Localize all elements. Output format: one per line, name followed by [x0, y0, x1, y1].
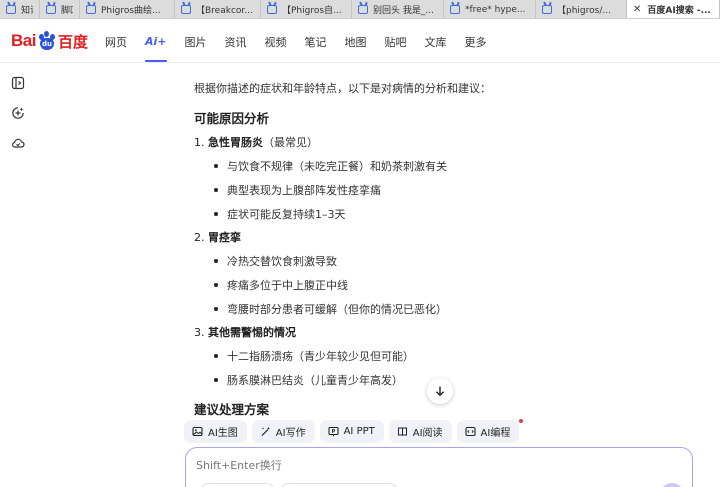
new-chat-icon[interactable] — [11, 106, 25, 120]
tab-label: Phigros曲绘... — [101, 6, 161, 16]
bilibili-tab-icon — [6, 5, 16, 14]
nav-images[interactable]: 图片 — [185, 20, 207, 63]
bilibili-tab-icon — [450, 5, 460, 14]
ai-coding-button[interactable]: AI编程 — [456, 419, 524, 443]
list-item-note: （最常见） — [263, 136, 318, 149]
bullet-item: 十二指肠溃疡（青少年较少见但可能） — [214, 348, 414, 364]
chip-label: AI阅读 — [412, 428, 443, 439]
bullet-item: 症状可能反复持续1–3天 — [214, 206, 346, 222]
tab-label: 【Phigros自... — [282, 6, 342, 16]
scroll-to-bottom-button[interactable] — [427, 378, 453, 404]
nav-web[interactable]: 网页 — [105, 20, 127, 63]
chip-label: AI PPT — [343, 426, 375, 437]
list-number: 3. — [194, 326, 205, 339]
top-navigation: Bai du 百度 网页 Ai+ 图片 资讯 视频 笔记 地图 贴吧 文库 更多 — [0, 20, 720, 63]
search-category-tabs: 网页 Ai+ 图片 资讯 视频 笔记 地图 贴吧 文库 更多 — [105, 20, 505, 63]
tab-label: 【phigros/... — [557, 6, 611, 16]
browser-tab[interactable]: 别回头 我是_... — [352, 0, 444, 18]
list-item-title: 胃痉挛 — [208, 231, 241, 244]
new-badge-dot — [519, 419, 524, 423]
bullet-item: 冷热交替饮食刺激导致 — [214, 253, 337, 269]
baidu-logo[interactable]: Bai du 百度 — [11, 30, 88, 52]
chip-label: AI生图 — [208, 428, 238, 439]
magic-pen-icon — [261, 426, 270, 436]
chip-label: AI写作 — [275, 428, 306, 439]
bilibili-tab-icon — [542, 5, 552, 14]
svg-text:P: P — [331, 429, 335, 435]
sidebar-toggle-icon[interactable] — [11, 76, 25, 90]
tab-label: 知识 — [21, 6, 33, 16]
list-item-title: 其他需警惕的情况 — [208, 326, 296, 339]
tab-label: 别回头 我是_... — [373, 6, 434, 16]
ai-reading-button[interactable]: AI阅读 — [388, 420, 452, 443]
bullet-item: 疼痛多位于中上腹正中线 — [214, 277, 348, 293]
bilibili-tab-icon — [267, 5, 277, 14]
nav-tieba[interactable]: 贴吧 — [385, 20, 407, 63]
list-number: 2. — [194, 231, 205, 244]
tab-label: *free* hype... — [465, 4, 526, 15]
browser-tab-active[interactable]: ✕ 百度AI搜索 -... — [627, 0, 720, 18]
browser-tab[interactable]: 【Phigros自... — [261, 0, 352, 18]
ordered-list-item: 3. 其他需警惕的情况 — [194, 324, 296, 340]
section-heading: 可能原因分析 — [194, 111, 270, 126]
browser-tab[interactable]: Phigros曲绘... — [80, 0, 175, 18]
ai-tool-chips: AI生图 AI写作 P AI PPT AI阅读 AI编程 — [184, 419, 524, 443]
bullet-item: 典型表现为上腹部阵发性痉挛痛 — [214, 182, 381, 198]
book-icon — [397, 427, 407, 436]
chat-input-box — [185, 447, 693, 487]
answer-intro: 根据你描述的症状和年龄特点，以下是对病情的分析和建议： — [194, 82, 491, 95]
code-icon — [464, 426, 476, 437]
bilibili-tab-icon — [181, 5, 191, 14]
tab-label: 【Breakcor... — [196, 6, 253, 16]
ordered-list-item: 2. 胃痉挛 — [194, 229, 241, 245]
bilibili-tab-icon — [46, 5, 56, 14]
nav-news[interactable]: 资讯 — [225, 20, 247, 63]
browser-tab[interactable]: 【Breakcor... — [175, 0, 261, 18]
logo-text-zh: 百度 — [57, 32, 88, 51]
send-button[interactable] — [660, 483, 684, 487]
browser-tab[interactable]: 知识 — [0, 0, 40, 18]
chat-input[interactable] — [196, 457, 676, 477]
image-icon — [192, 426, 203, 437]
ai-writing-button[interactable]: AI写作 — [251, 420, 315, 443]
ai-image-button[interactable]: AI生图 — [184, 420, 247, 443]
bilibili-tab-icon — [86, 5, 96, 14]
chip-label: AI编程 — [480, 428, 511, 439]
ai-ppt-button[interactable]: P AI PPT — [319, 420, 384, 443]
nav-map[interactable]: 地图 — [345, 20, 367, 63]
browser-tab[interactable]: 【phigros/... — [536, 0, 627, 18]
bilibili-tab-icon — [358, 5, 368, 14]
browser-tab[interactable]: 脚吅 — [40, 0, 80, 18]
bullet-item: 肠系膜淋巴结炎（儿童青少年高发） — [214, 372, 403, 388]
browser-tab-strip: 知识 脚吅 Phigros曲绘... 【Breakcor... 【Phigros… — [0, 0, 720, 19]
bullet-item: 与饮食不规律（未吃完正餐）和奶茶刺激有关 — [214, 158, 447, 174]
nav-video[interactable]: 视频 — [265, 20, 287, 63]
nav-ai-plus[interactable]: Ai+ — [145, 20, 167, 63]
nav-notes[interactable]: 笔记 — [305, 20, 327, 63]
paw-logo-icon: du — [37, 31, 57, 51]
logo-text-du: du — [39, 38, 54, 50]
list-item-title: 急性胃肠炎 — [208, 136, 263, 149]
ordered-list-item: 1. 急性胃肠炎（最常见） — [194, 134, 318, 150]
input-option-pill[interactable] — [200, 483, 275, 487]
nav-wenku[interactable]: 文库 — [425, 20, 447, 63]
cloud-icon[interactable] — [11, 136, 25, 150]
arrow-down-icon — [436, 386, 444, 397]
list-number: 1. — [194, 136, 205, 149]
close-tab-icon[interactable]: ✕ — [633, 4, 641, 15]
bullet-item: 弯腰时部分患者可缓解（但你的情况已恶化） — [214, 301, 447, 317]
tab-label: 百度AI搜索 -... — [647, 6, 711, 16]
section-heading: 建议处理方案 — [194, 402, 270, 417]
input-option-pill[interactable] — [280, 483, 398, 487]
nav-more[interactable]: 更多 — [465, 20, 487, 63]
ppt-icon: P — [328, 426, 339, 437]
browser-tab[interactable]: *free* hype... — [444, 0, 536, 18]
tab-label: 脚吅 — [61, 6, 73, 16]
logo-text-bai: Bai — [11, 31, 36, 50]
